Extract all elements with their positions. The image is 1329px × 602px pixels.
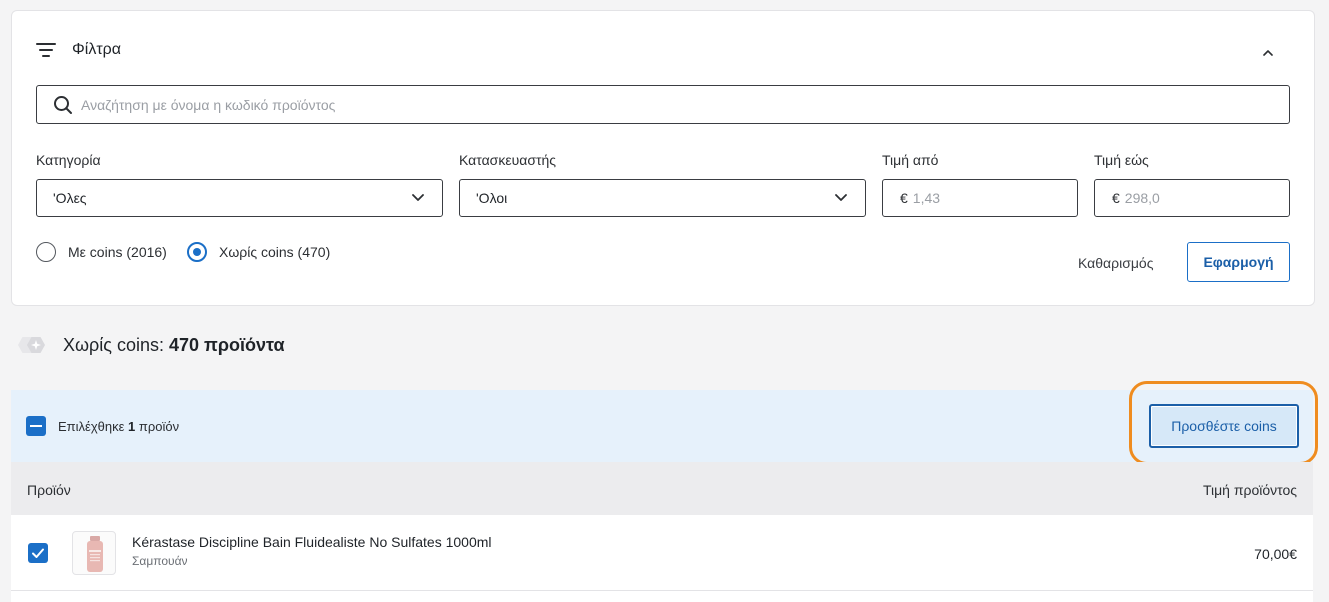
coin-badge-icon — [18, 337, 45, 353]
search-icon — [54, 95, 72, 114]
selected-suffix: προϊόν — [138, 419, 180, 434]
product-category: Σαμπουάν — [132, 554, 188, 568]
selection-bar: Επιλέχθηκε 1 προϊόν Προσθέστε coins — [11, 381, 1318, 465]
radio-button[interactable] — [36, 242, 56, 262]
results-title-prefix: Χωρίς coins: — [63, 334, 164, 355]
table-row[interactable]: Kérastase Discipline Bain Fluidealiste N… — [11, 515, 1313, 591]
column-header-product: Προϊόν — [27, 482, 71, 498]
apply-filters-button[interactable]: Εφαρμογή — [1187, 242, 1290, 282]
currency-symbol: € — [900, 190, 908, 206]
filters-header[interactable]: Φίλτρα — [36, 41, 121, 59]
table-header: Προϊόν Τιμή προϊόντος — [11, 462, 1313, 515]
price-to-input[interactable] — [1124, 190, 1265, 206]
radio-with-coins[interactable]: Με coins (2016) — [36, 242, 167, 262]
currency-symbol: € — [1112, 190, 1120, 206]
results-heading: Χωρίς coins: 470 προϊόντα — [12, 330, 285, 360]
radio-with-coins-label: Με coins (2016) — [68, 244, 167, 260]
select-all-checkbox[interactable] — [26, 416, 46, 436]
chevron-down-icon — [835, 194, 847, 201]
manufacturer-value: 'Ολοι — [476, 190, 508, 206]
selected-prefix: Επιλέχθηκε — [58, 419, 125, 434]
row-checkbox[interactable] — [28, 543, 48, 563]
manufacturer-label: Κατασκευαστής — [459, 152, 557, 168]
filters-title: Φίλτρα — [72, 41, 121, 58]
search-input[interactable] — [81, 96, 1231, 113]
filters-card: Φίλτρα Κατηγορία 'Ολες Κατασκευαστής 'Ολ… — [11, 10, 1315, 306]
product-price: 70,00€ — [1254, 546, 1297, 562]
product-name: Kérastase Discipline Bain Fluidealiste N… — [132, 534, 492, 550]
search-field[interactable] — [36, 85, 1290, 124]
column-header-price: Τιμή προϊόντος — [1202, 482, 1297, 498]
radio-without-coins[interactable]: Χωρίς coins (470) — [187, 242, 330, 262]
category-label: Κατηγορία — [36, 152, 101, 168]
add-coins-button[interactable]: Προσθέστε coins — [1149, 404, 1299, 448]
category-select[interactable]: 'Ολες — [36, 179, 443, 217]
radio-button-selected[interactable] — [187, 242, 207, 262]
results-title: Χωρίς coins: 470 προϊόντα — [63, 335, 285, 356]
checkmark-icon — [32, 548, 44, 558]
price-from-label: Τιμή από — [882, 152, 939, 168]
chevron-up-icon[interactable] — [1262, 47, 1274, 59]
price-from-input[interactable] — [912, 190, 1053, 206]
category-value: 'Ολες — [53, 190, 87, 206]
radio-without-coins-label: Χωρίς coins (470) — [219, 244, 331, 260]
selected-count-text: Επιλέχθηκε 1 προϊόν — [58, 419, 179, 434]
clear-filters-link[interactable]: Καθαρισμός — [1078, 255, 1153, 271]
chevron-down-icon — [412, 194, 424, 201]
price-to-field[interactable]: € — [1094, 179, 1290, 217]
filter-icon — [36, 42, 58, 58]
manufacturer-select[interactable]: 'Ολοι — [459, 179, 866, 217]
price-to-label: Τιμή εώς — [1094, 152, 1149, 168]
results-count: 470 προϊόντα — [169, 334, 285, 355]
next-table-row — [11, 591, 1313, 602]
selected-count: 1 — [128, 419, 136, 434]
product-thumbnail — [72, 531, 116, 575]
price-from-field[interactable]: € — [882, 179, 1078, 217]
shampoo-bottle-image — [87, 536, 103, 572]
